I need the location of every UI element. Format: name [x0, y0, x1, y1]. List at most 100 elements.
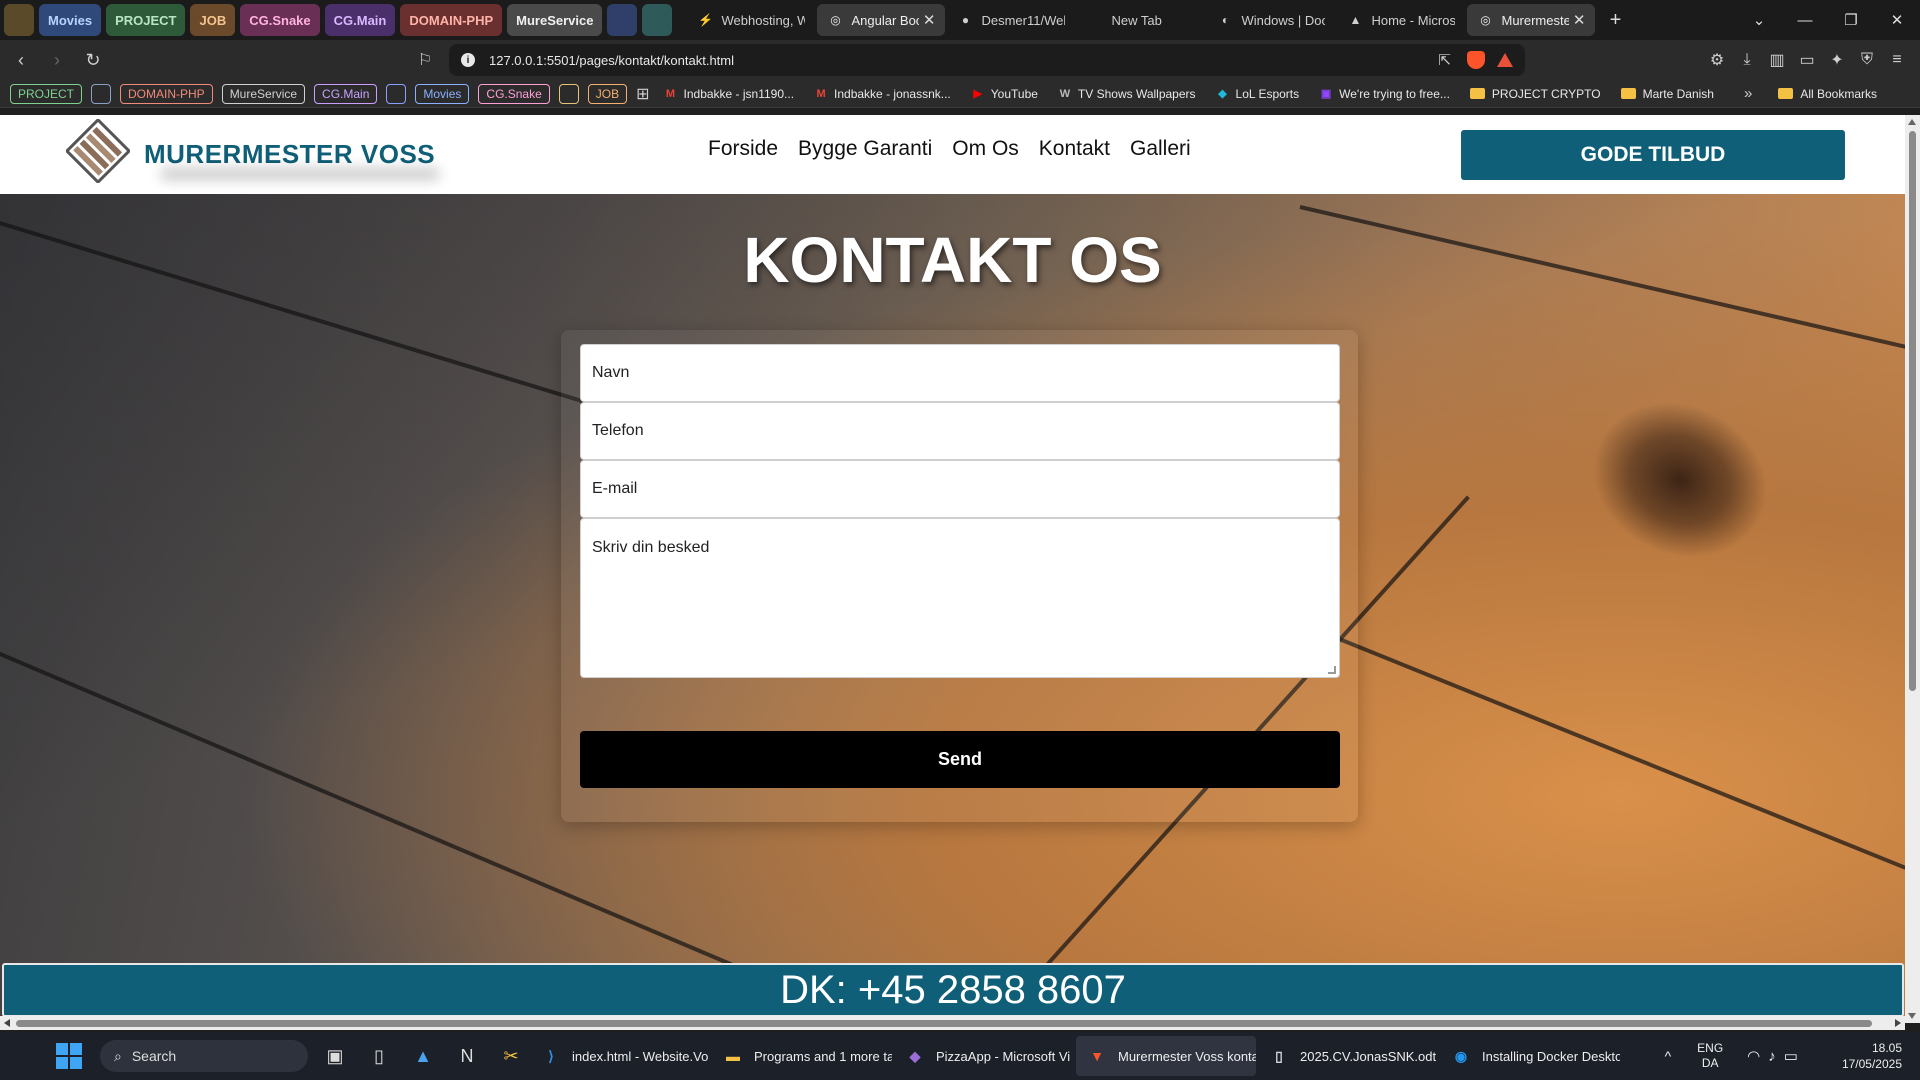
taskbar-app[interactable]: ▼ Murermester Voss konta: [1076, 1036, 1256, 1076]
nav-link-bygge-garanti[interactable]: Bygge Garanti: [798, 137, 932, 161]
share-icon[interactable]: ⇱: [1438, 51, 1451, 69]
notepad-icon[interactable]: ▯: [362, 1039, 396, 1073]
bookmark-group-chip[interactable]: [558, 83, 579, 104]
back-button[interactable]: ‹: [6, 45, 36, 75]
sidebar-icon[interactable]: ▥: [1762, 50, 1792, 70]
nav-link-galleri[interactable]: Galleri: [1130, 137, 1191, 161]
more-bookmarks-icon[interactable]: »: [1744, 85, 1752, 102]
tab-group-chip[interactable]: Movies: [39, 4, 102, 36]
close-tab-icon[interactable]: ✕: [923, 11, 936, 29]
tab-group-chip[interactable]: [642, 4, 673, 36]
scroll-right-icon[interactable]: [1895, 1019, 1901, 1027]
restore-button[interactable]: ❐: [1828, 11, 1874, 29]
phone-input[interactable]: [580, 402, 1340, 460]
taskbar-app[interactable]: ▯ 2025.CV.JonasSNK.odt -: [1258, 1036, 1438, 1076]
bookmark-folder[interactable]: PROJECT CRYPTO: [1469, 87, 1601, 101]
browser-tab[interactable]: ◎ Angular Bootstrap ✕: [817, 4, 946, 36]
all-bookmarks-folder[interactable]: All Bookmarks: [1778, 87, 1877, 101]
snip-tool-icon[interactable]: ✂: [494, 1039, 528, 1073]
horizontal-scroll-thumb[interactable]: [16, 1020, 1872, 1027]
url-text[interactable]: 127.0.0.1:5501/pages/kontakt/kontakt.htm…: [489, 53, 734, 68]
bookmark-group-chip[interactable]: JOB: [587, 83, 628, 104]
bookmark-group-chip[interactable]: CG.Main: [314, 83, 378, 104]
new-tab-button[interactable]: +: [1597, 9, 1633, 32]
bookmark-group-chip[interactable]: [91, 83, 112, 104]
clock[interactable]: 18.05 17/05/2025: [1842, 1040, 1902, 1072]
bookmark-folder[interactable]: Marte Danish: [1620, 87, 1714, 101]
bookmark-icon[interactable]: ⚐: [413, 50, 437, 70]
address-bar[interactable]: i 127.0.0.1:5501/pages/kontakt/kontakt.h…: [449, 44, 1525, 76]
bookmark-group-chip[interactable]: MureService: [221, 83, 306, 104]
brave-rewards-icon[interactable]: [1497, 53, 1513, 67]
reload-button[interactable]: ↻: [78, 45, 108, 75]
bookmark-group-chip[interactable]: CG.Snake: [478, 83, 550, 104]
close-tab-icon[interactable]: ✕: [1573, 11, 1586, 29]
bookmark-link[interactable]: ▶ YouTube: [971, 87, 1038, 101]
bookmark-group-chip[interactable]: PROJECT: [10, 83, 83, 104]
browser-tab[interactable]: ● Desmer11/Website: [947, 4, 1075, 36]
tab-group-chip[interactable]: CG.Main: [324, 4, 396, 36]
message-textarea[interactable]: [580, 518, 1340, 678]
site-info-icon[interactable]: i: [461, 53, 475, 67]
notion-icon[interactable]: N: [450, 1039, 484, 1073]
tab-group-chip[interactable]: [4, 4, 34, 36]
name-input[interactable]: [580, 344, 1340, 402]
bookmark-link[interactable]: ▣ We're trying to free...: [1319, 87, 1450, 101]
bookmark-group-chip[interactable]: DOMAIN-PHP: [120, 83, 213, 104]
scroll-down-icon[interactable]: [1908, 1013, 1916, 1019]
brand-name[interactable]: MURERMESTER VOSS: [144, 139, 435, 170]
tab-group-chip[interactable]: PROJECT: [106, 4, 186, 36]
bookmark-link[interactable]: M Indbakke - jsn1190...: [664, 87, 794, 101]
tab-group-chip[interactable]: CG.Snake: [240, 4, 320, 36]
hidden-icons-chevron-icon[interactable]: ^: [1665, 1048, 1672, 1064]
brave-shields-icon[interactable]: [1467, 51, 1485, 69]
send-button[interactable]: Send: [580, 731, 1340, 788]
taskbar-app[interactable]: ◆ PizzaApp - Microsoft Vi: [894, 1036, 1074, 1076]
scroll-up-icon[interactable]: [1908, 119, 1916, 125]
taskbar-app[interactable]: ▬ Programs and 1 more ta: [712, 1036, 892, 1076]
extensions-icon[interactable]: ⚙: [1702, 50, 1732, 70]
tab-group-chip[interactable]: [607, 4, 638, 36]
tab-group-chip[interactable]: JOB: [190, 4, 236, 36]
taskbar-search[interactable]: ⌕ Search: [100, 1040, 308, 1072]
tab-group-chip[interactable]: DOMAIN-PHP: [400, 4, 503, 36]
tab-group-chip[interactable]: MureService: [507, 4, 603, 36]
good-offers-button[interactable]: GODE TILBUD: [1461, 130, 1845, 180]
vertical-scrollbar[interactable]: [1905, 115, 1920, 1023]
bookmark-group-chip[interactable]: Movies: [415, 83, 470, 104]
vertical-scroll-thumb[interactable]: [1909, 131, 1916, 691]
menu-icon[interactable]: ≡: [1882, 51, 1912, 69]
browser-tab[interactable]: ⚡ Webhosting, WordPress: [687, 4, 815, 36]
network-volume-battery-icons[interactable]: ◠♪▭: [1747, 1047, 1806, 1065]
nav-link-kontakt[interactable]: Kontakt: [1039, 137, 1110, 161]
forward-button[interactable]: ›: [42, 45, 72, 75]
bookmark-link[interactable]: ◆ LoL Esports: [1216, 87, 1299, 101]
bookmark-group-chip[interactable]: [386, 83, 407, 104]
browser-tab[interactable]: ◎ Murermester ✕: [1467, 4, 1596, 36]
tab-search-chevron-icon[interactable]: ⌄: [1736, 11, 1782, 29]
bookmark-link[interactable]: W TV Shows Wallpapers: [1058, 87, 1196, 101]
windows-start-icon[interactable]: [56, 1043, 82, 1069]
language-indicator[interactable]: ENG DA: [1697, 1041, 1723, 1071]
taskbar-app[interactable]: ⟩ index.html - Website.Vo: [530, 1036, 710, 1076]
close-window-button[interactable]: ✕: [1874, 11, 1920, 29]
bookmark-link[interactable]: M Indbakke - jonassnk...: [814, 87, 950, 101]
browser-tab[interactable]: ▲ Home - Microsoft: [1337, 4, 1465, 36]
scroll-left-icon[interactable]: [4, 1019, 10, 1027]
photos-icon[interactable]: ▲: [406, 1039, 440, 1073]
phone-number[interactable]: DK: +45 2858 8607: [780, 968, 1126, 1013]
leo-ai-icon[interactable]: ✦: [1822, 50, 1852, 70]
taskbar-app[interactable]: ◉ Installing Docker Deskto: [1440, 1036, 1620, 1076]
vpn-icon[interactable]: ⛨: [1852, 51, 1882, 69]
task-view-icon[interactable]: ▣: [318, 1039, 352, 1073]
nav-link-forside[interactable]: Forside: [708, 137, 778, 161]
minimize-button[interactable]: —: [1782, 12, 1828, 29]
email-input[interactable]: [580, 460, 1340, 518]
nav-link-om-os[interactable]: Om Os: [952, 137, 1019, 161]
browser-tab[interactable]: ◐ Windows | Docker: [1207, 4, 1335, 36]
horizontal-scrollbar[interactable]: [0, 1016, 1905, 1030]
apps-grid-icon[interactable]: ⊞: [636, 84, 649, 104]
browser-tab[interactable]: New Tab: [1077, 4, 1205, 36]
downloads-icon[interactable]: ⤓: [1732, 51, 1762, 69]
brick-logo-icon[interactable]: [66, 119, 130, 183]
